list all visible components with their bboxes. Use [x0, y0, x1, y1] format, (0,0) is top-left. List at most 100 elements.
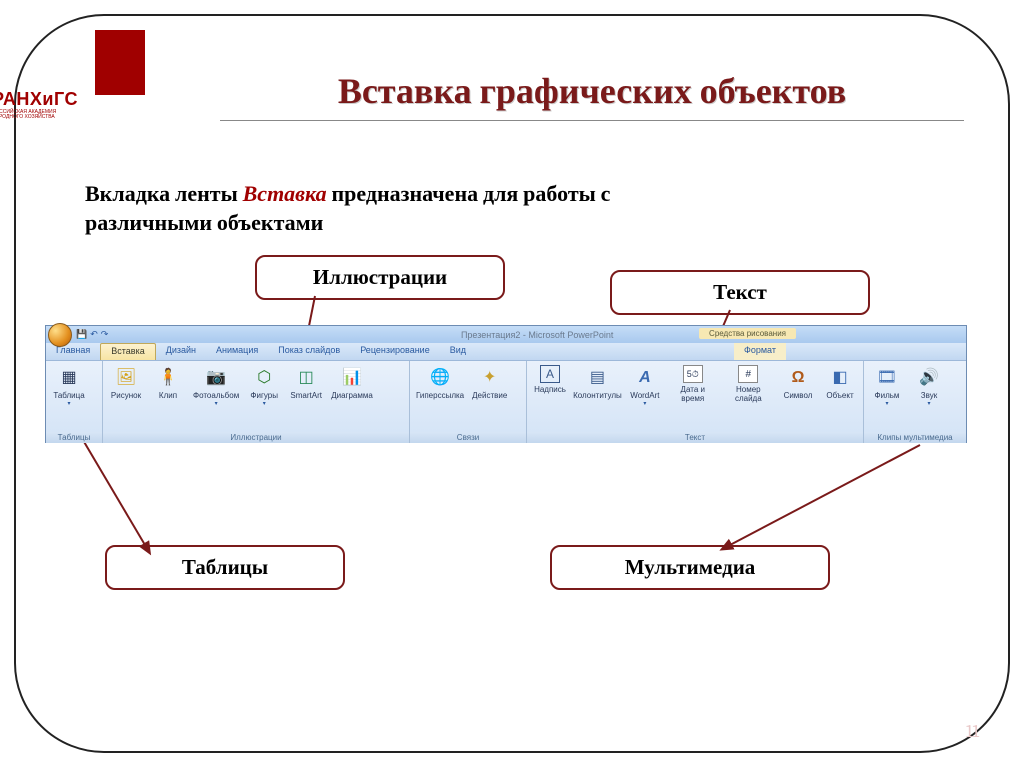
arrow-tables	[75, 430, 155, 550]
chart-icon: 📊	[340, 365, 364, 389]
wordart-button[interactable]: A WordArt▾	[625, 363, 665, 411]
org-name: РАНХиГС	[0, 89, 78, 110]
movie-icon: 🎞	[875, 365, 899, 389]
chevron-down-icon: ▾	[885, 400, 888, 409]
body-em: Вставка	[243, 181, 327, 207]
group-illustrations: 🖼Рисунок 🧍Клип 📷Фотоальбом▾ ⬡Фигуры▾ ◫Sm…	[103, 361, 410, 443]
tab-format[interactable]: Формат	[734, 343, 786, 360]
smartart-icon: ◫	[294, 365, 318, 389]
chevron-down-icon: ▾	[67, 400, 70, 409]
save-icon[interactable]: 💾	[76, 329, 87, 340]
action-button[interactable]: ✦ Действие	[469, 363, 510, 402]
sound-label: Звук	[921, 391, 937, 400]
tab-slideshow[interactable]: Показ слайдов	[268, 343, 350, 360]
smartart-label: SmartArt	[290, 391, 322, 400]
action-icon: ✦	[478, 365, 502, 389]
tab-design[interactable]: Дизайн	[156, 343, 206, 360]
slide-title: Вставка графических объектов	[220, 70, 964, 121]
wordart-icon: A	[633, 365, 657, 389]
table-icon: ▦	[57, 365, 81, 389]
group-label-media: Клипы мультимедиа	[864, 432, 966, 443]
album-button[interactable]: 📷Фотоальбом▾	[190, 363, 242, 411]
slidenum-button[interactable]: # Номер слайда	[721, 363, 776, 405]
callout-tables: Таблицы	[105, 545, 345, 590]
hyperlink-label: Гиперссылка	[416, 391, 464, 400]
titlebar: 💾 ↶ ↷ Презентация2 - Microsoft PowerPoin…	[46, 326, 966, 343]
headerfooter-icon: ▤	[585, 365, 609, 389]
action-label: Действие	[472, 391, 507, 400]
tab-animation[interactable]: Анимация	[206, 343, 268, 360]
page-number: 11	[966, 721, 979, 742]
chart-button[interactable]: 📊 Диаграмма	[328, 363, 376, 402]
body-text: Вкладка ленты Вставка предназначена для …	[85, 180, 645, 237]
textbox-icon: A	[540, 365, 560, 383]
group-media: 🎞Фильм▾ 🔊Звук▾ Клипы мультимедиа	[864, 361, 966, 443]
datetime-label: Дата и время	[670, 385, 716, 403]
chevron-down-icon: ▾	[643, 400, 646, 409]
chevron-down-icon: ▾	[263, 400, 266, 409]
headerfooter-label: Колонтитулы	[573, 391, 622, 400]
chevron-down-icon: ▾	[215, 400, 218, 409]
hyperlink-button[interactable]: 🌐 Гиперссылка	[413, 363, 467, 402]
headerfooter-button[interactable]: ▤ Колонтитулы	[572, 363, 623, 402]
ribbon-tabs: Главная Вставка Дизайн Анимация Показ сл…	[46, 343, 966, 361]
group-label-text: Текст	[527, 432, 863, 443]
symbol-icon: Ω	[786, 365, 810, 389]
movie-label: Фильм	[875, 391, 900, 400]
context-tab-label: Средства рисования	[699, 328, 796, 339]
callout-multimedia: Мультимедиа	[550, 545, 830, 590]
window-title: Презентация2 - Microsoft PowerPoint	[108, 330, 966, 340]
chart-label: Диаграмма	[331, 391, 373, 400]
chevron-down-icon: ▾	[927, 400, 930, 409]
picture-label: Рисунок	[111, 391, 141, 400]
body-pre: Вкладка ленты	[85, 181, 243, 207]
slidenum-icon: #	[738, 365, 758, 383]
picture-icon: 🖼	[114, 365, 138, 389]
arrow-multimedia	[730, 440, 930, 550]
hyperlink-icon: 🌐	[428, 365, 452, 389]
tab-insert[interactable]: Вставка	[100, 343, 155, 360]
symbol-button[interactable]: Ω Символ	[778, 363, 818, 402]
textbox-label: Надпись	[534, 385, 566, 394]
group-tables: ▦ Таблица ▾ Таблицы	[46, 361, 103, 443]
group-label-illustrations: Иллюстрации	[103, 432, 409, 443]
org-sub2: НАРОДНОГО ХОЗЯЙСТВА	[0, 115, 78, 120]
shapes-icon: ⬡	[252, 365, 276, 389]
movie-button[interactable]: 🎞 Фильм▾	[867, 363, 907, 411]
undo-icon[interactable]: ↶	[90, 329, 98, 340]
callout-illustrations: Иллюстрации	[255, 255, 505, 300]
callout-text: Текст	[610, 270, 870, 315]
redo-icon[interactable]: ↷	[101, 329, 109, 340]
wordart-label: WordArt	[630, 391, 659, 400]
group-label-links: Связи	[410, 432, 526, 443]
sound-icon: 🔊	[917, 365, 941, 389]
office-button[interactable]	[48, 323, 72, 347]
org-logo: РАНХиГС РОССИЙСКАЯ АКАДЕМИЯ НАРОДНОГО ХО…	[0, 86, 78, 122]
sound-button[interactable]: 🔊 Звук▾	[909, 363, 949, 411]
symbol-label: Символ	[784, 391, 813, 400]
decorative-red-block	[95, 30, 145, 95]
powerpoint-ribbon: 💾 ↶ ↷ Презентация2 - Microsoft PowerPoin…	[45, 325, 967, 443]
tab-view[interactable]: Вид	[440, 343, 476, 360]
slidenum-label: Номер слайда	[724, 385, 773, 403]
datetime-button[interactable]: 5⏱ Дата и время	[667, 363, 719, 405]
textbox-button[interactable]: A Надпись	[530, 363, 570, 396]
smartart-button[interactable]: ◫ SmartArt	[286, 363, 326, 402]
clip-label: Клип	[159, 391, 177, 400]
group-links: 🌐 Гиперссылка ✦ Действие Связи	[410, 361, 527, 443]
ribbon-groups: ▦ Таблица ▾ Таблицы 🖼 Рисунок 🧍Клип 📷Фото…	[46, 361, 966, 443]
shapes-button[interactable]: ⬡ Фигуры▾	[244, 363, 284, 411]
table-label: Таблица	[53, 391, 84, 400]
object-icon: ◧	[828, 365, 852, 389]
clip-button[interactable]: 🧍Клип	[148, 363, 188, 402]
object-label: Объект	[826, 391, 853, 400]
object-button[interactable]: ◧ Объект	[820, 363, 860, 402]
shapes-label: Фигуры	[250, 391, 278, 400]
group-text: A Надпись ▤ Колонтитулы A WordArt▾ 5⏱ Дата и…	[527, 361, 864, 443]
datetime-icon: 5⏱	[683, 365, 703, 383]
quick-access-toolbar: 💾 ↶ ↷	[76, 329, 108, 340]
tab-review[interactable]: Рецензирование	[350, 343, 440, 360]
picture-button[interactable]: 🖼 Рисунок	[106, 363, 146, 402]
table-button[interactable]: ▦ Таблица ▾	[49, 363, 89, 411]
album-label: Фотоальбом	[193, 391, 239, 400]
